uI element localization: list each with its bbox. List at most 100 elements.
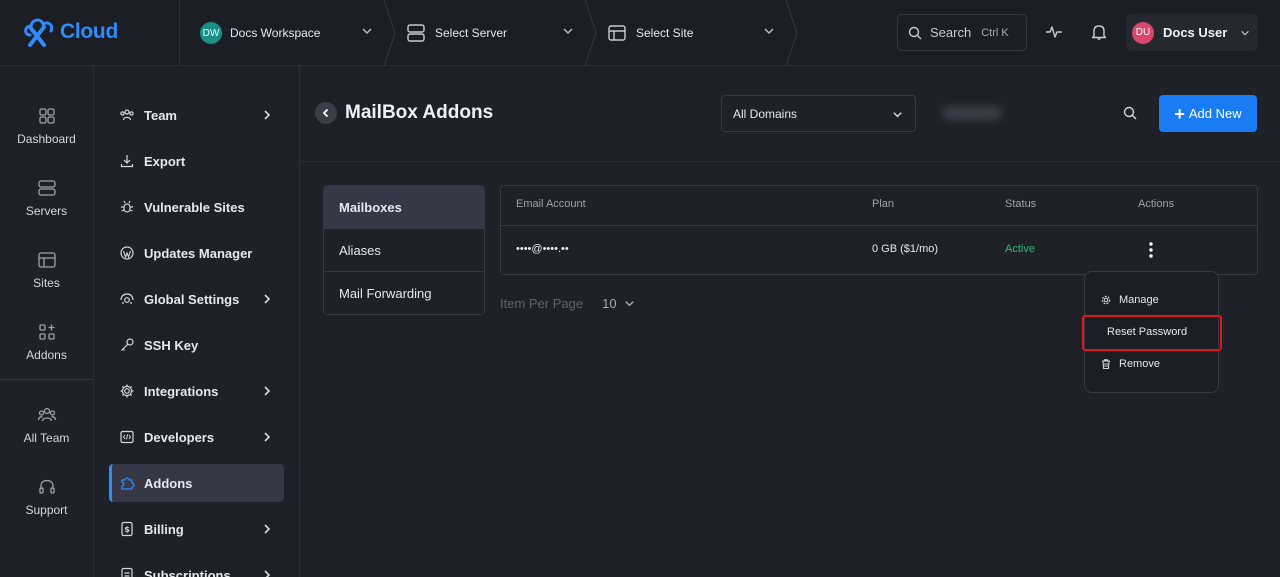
sidebar-item-label: Addons xyxy=(144,475,193,491)
team-icon xyxy=(120,109,134,121)
workspace-avatar: DW xyxy=(200,22,222,44)
code-icon xyxy=(120,430,134,444)
sidebar-item-label: Billing xyxy=(144,521,184,537)
chevron-down-icon xyxy=(893,112,902,118)
chevron-down-icon[interactable] xyxy=(561,24,575,38)
sidebar-item-global-settings[interactable]: Global Settings xyxy=(109,280,284,318)
workspace-selector[interactable]: DW Docs Workspace xyxy=(200,0,320,66)
chevron-right-icon xyxy=(264,110,271,120)
key-icon xyxy=(121,338,134,351)
pagination: Item Per Page 10 xyxy=(500,296,636,311)
subscriptions-icon xyxy=(121,567,133,577)
sidebar-item-label: Subscriptions xyxy=(144,567,231,577)
sidebar-item-integrations[interactable]: Integrations xyxy=(109,372,284,410)
add-new-label: Add New xyxy=(1188,106,1242,121)
breadcrumb-separator xyxy=(785,0,798,66)
user-name: Docs User xyxy=(1163,25,1228,40)
puzzle-icon xyxy=(121,477,135,490)
rail-item-sites[interactable]: Sites xyxy=(0,250,93,290)
sidebar-item-label: Developers xyxy=(144,429,215,445)
sidebar-item-label: Export xyxy=(144,153,186,169)
chevron-left-icon xyxy=(322,108,329,118)
search-icon[interactable] xyxy=(1123,106,1137,120)
activity-icon[interactable] xyxy=(1044,22,1064,42)
menu-item-remove[interactable]: Remove xyxy=(1100,358,1160,370)
sidebar-item-developers[interactable]: Developers xyxy=(109,418,284,456)
plan-cell: 0 GB ($1/mo) xyxy=(872,243,939,255)
mailbox-search xyxy=(934,95,1149,132)
search-input[interactable] xyxy=(934,95,1114,132)
sidebar-item-billing[interactable]: $ Billing xyxy=(109,510,284,548)
sidebar-item-team[interactable]: Team xyxy=(109,96,284,134)
sidebar-item-label: Vulnerable Sites xyxy=(144,199,245,215)
rail-item-label: Addons xyxy=(26,348,67,362)
tab-aliases[interactable]: Aliases xyxy=(324,229,484,272)
plus-icon: + xyxy=(1174,103,1185,124)
rail-item-support[interactable]: Support xyxy=(0,477,93,517)
search-shortcut: Ctrl K xyxy=(981,26,1009,39)
sidebar-item-label: Global Settings xyxy=(144,291,240,307)
breadcrumb-separator xyxy=(383,0,396,66)
sidebar-item-vulnerable-sites[interactable]: Vulnerable Sites xyxy=(109,188,284,226)
server-icon xyxy=(407,24,425,42)
items-per-page-select[interactable]: 10 xyxy=(602,296,616,311)
status-badge: Active xyxy=(1005,243,1035,255)
add-new-button[interactable]: + Add New xyxy=(1159,95,1257,132)
server-label: Select Server xyxy=(435,26,508,40)
sidebar-item-updates-manager[interactable]: Updates Manager xyxy=(109,234,284,272)
rail-item-all-team[interactable]: All Team xyxy=(0,405,93,445)
page-title: MailBox Addons xyxy=(345,102,494,123)
svg-text:$: $ xyxy=(124,525,130,534)
global-settings-icon xyxy=(120,293,134,304)
rail-item-dashboard[interactable]: Dashboard xyxy=(0,106,93,146)
sidebar-item-addons[interactable]: Addons xyxy=(109,464,284,502)
user-menu[interactable]: DU Docs User xyxy=(1126,14,1258,51)
chevron-down-icon[interactable] xyxy=(623,297,636,310)
addons-icon xyxy=(38,324,55,340)
items-per-page-label: Item Per Page xyxy=(500,296,584,311)
menu-item-label: Manage xyxy=(1119,294,1159,306)
chevron-down-icon[interactable] xyxy=(360,24,374,38)
gear-icon xyxy=(1101,295,1111,305)
page-header: MailBox Addons All Domains + Add New xyxy=(300,66,1280,162)
sidebar-item-label: Integrations xyxy=(144,383,219,399)
rail-item-servers[interactable]: Servers xyxy=(0,178,93,218)
rail-item-label: Support xyxy=(25,503,68,517)
rail-item-label: Servers xyxy=(25,204,68,218)
wordpress-icon xyxy=(120,246,134,260)
sidebar-item-export[interactable]: Export xyxy=(109,142,284,180)
domain-filter-select[interactable]: All Domains xyxy=(721,95,916,132)
mail-tabs: Mailboxes Aliases Mail Forwarding xyxy=(323,185,485,315)
mailbox-table: Email Account Plan Status Actions ••••@•… xyxy=(500,185,1258,275)
site-selector[interactable]: Select Site xyxy=(607,0,693,66)
brand-logo[interactable]: Cloud xyxy=(22,14,118,50)
chevron-right-icon xyxy=(264,570,271,577)
divider xyxy=(179,0,180,66)
rail-item-addons[interactable]: Addons xyxy=(0,322,93,362)
rail-item-label: All Team xyxy=(23,431,70,445)
search-label: Search xyxy=(930,25,972,40)
server-selector[interactable]: Select Server xyxy=(406,0,507,66)
export-icon xyxy=(120,155,134,168)
breadcrumb-separator xyxy=(584,0,597,66)
column-header-status: Status xyxy=(1005,198,1037,210)
tab-mailboxes[interactable]: Mailboxes xyxy=(324,186,484,229)
chevron-right-icon xyxy=(264,294,271,304)
sidebar-item-ssh-key[interactable]: SSH Key xyxy=(109,326,284,364)
chevron-down-icon[interactable] xyxy=(762,24,776,38)
tab-mail-forwarding[interactable]: Mail Forwarding xyxy=(324,272,484,314)
back-button[interactable] xyxy=(315,102,337,124)
bell-icon[interactable] xyxy=(1089,22,1109,42)
more-actions-icon[interactable] xyxy=(1148,241,1154,259)
site-icon xyxy=(608,25,626,41)
menu-item-manage[interactable]: Manage xyxy=(1100,294,1159,306)
highlight-box xyxy=(1082,315,1222,351)
column-header-actions: Actions xyxy=(1138,198,1175,210)
sidebar-item-subscriptions[interactable]: Subscriptions xyxy=(109,556,284,577)
global-search[interactable]: Search Ctrl K xyxy=(897,14,1027,51)
chevron-right-icon xyxy=(264,386,271,396)
dashboard-icon xyxy=(38,108,55,124)
servers-icon xyxy=(37,180,56,196)
column-header-email: Email Account xyxy=(516,198,586,210)
sidebar-item-label: Team xyxy=(144,107,177,123)
